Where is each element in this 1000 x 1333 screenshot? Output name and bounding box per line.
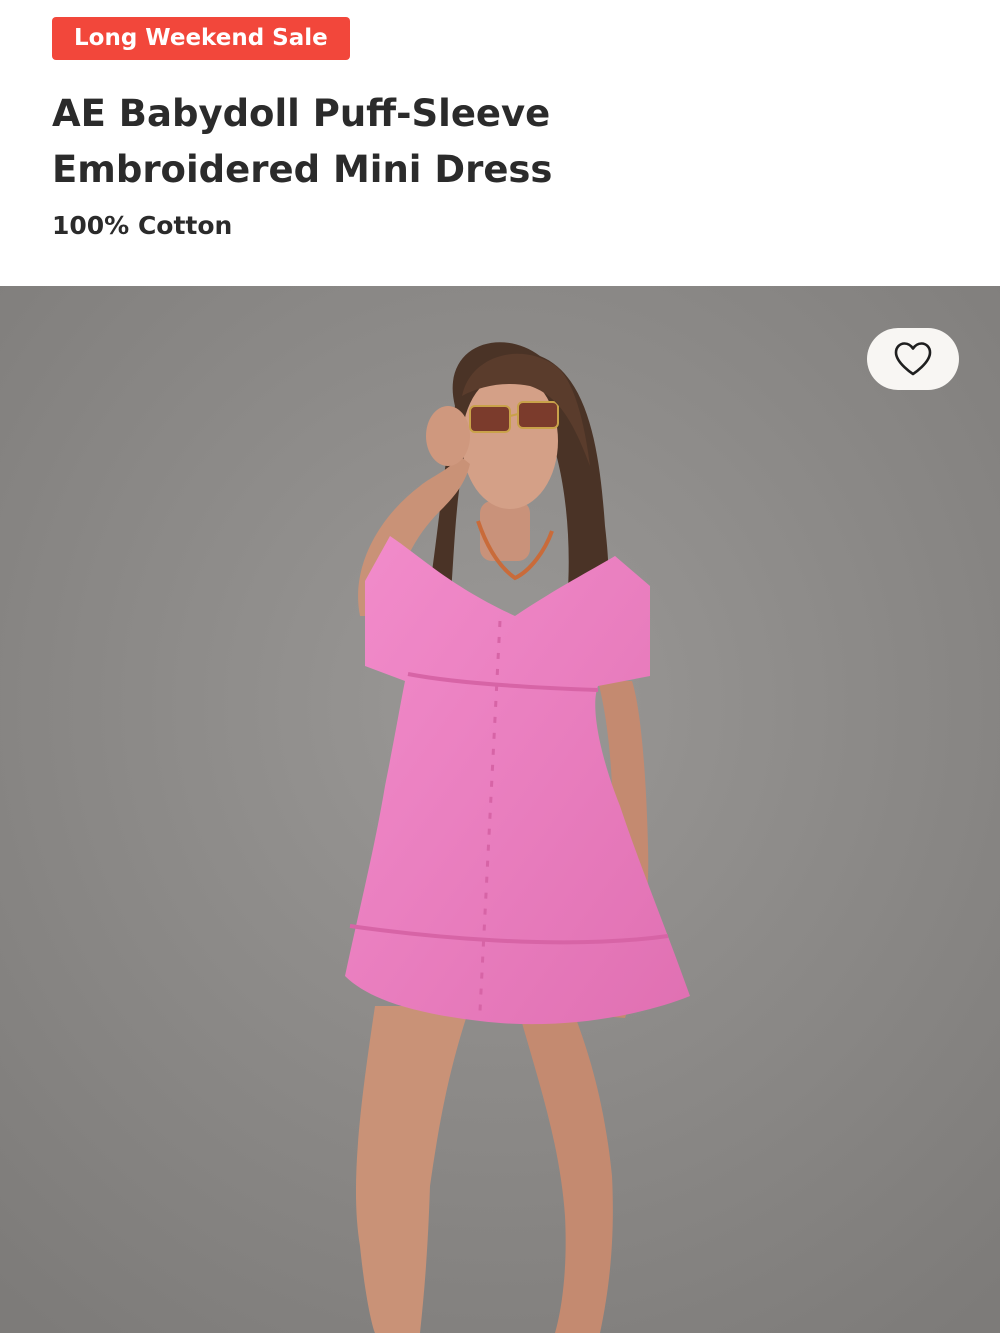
product-detail-page: Long Weekend Sale AE Babydoll Puff-Sleev… [0,0,1000,1333]
face [462,373,558,509]
hand [426,406,470,466]
product-photo-illustration [0,286,1000,1333]
heart-outline-icon [894,342,932,376]
product-title-line-2: Embroidered Mini Dress [52,148,553,191]
sale-badge: Long Weekend Sale [52,17,350,60]
wishlist-button[interactable] [867,328,959,390]
product-title-line-1: AE Babydoll Puff-Sleeve [52,92,551,135]
product-material: 100% Cotton [52,211,233,240]
neck [480,501,530,561]
product-title: AE Babydoll Puff-Sleeve Embroidered Mini… [52,86,672,198]
product-image[interactable] [0,286,1000,1333]
